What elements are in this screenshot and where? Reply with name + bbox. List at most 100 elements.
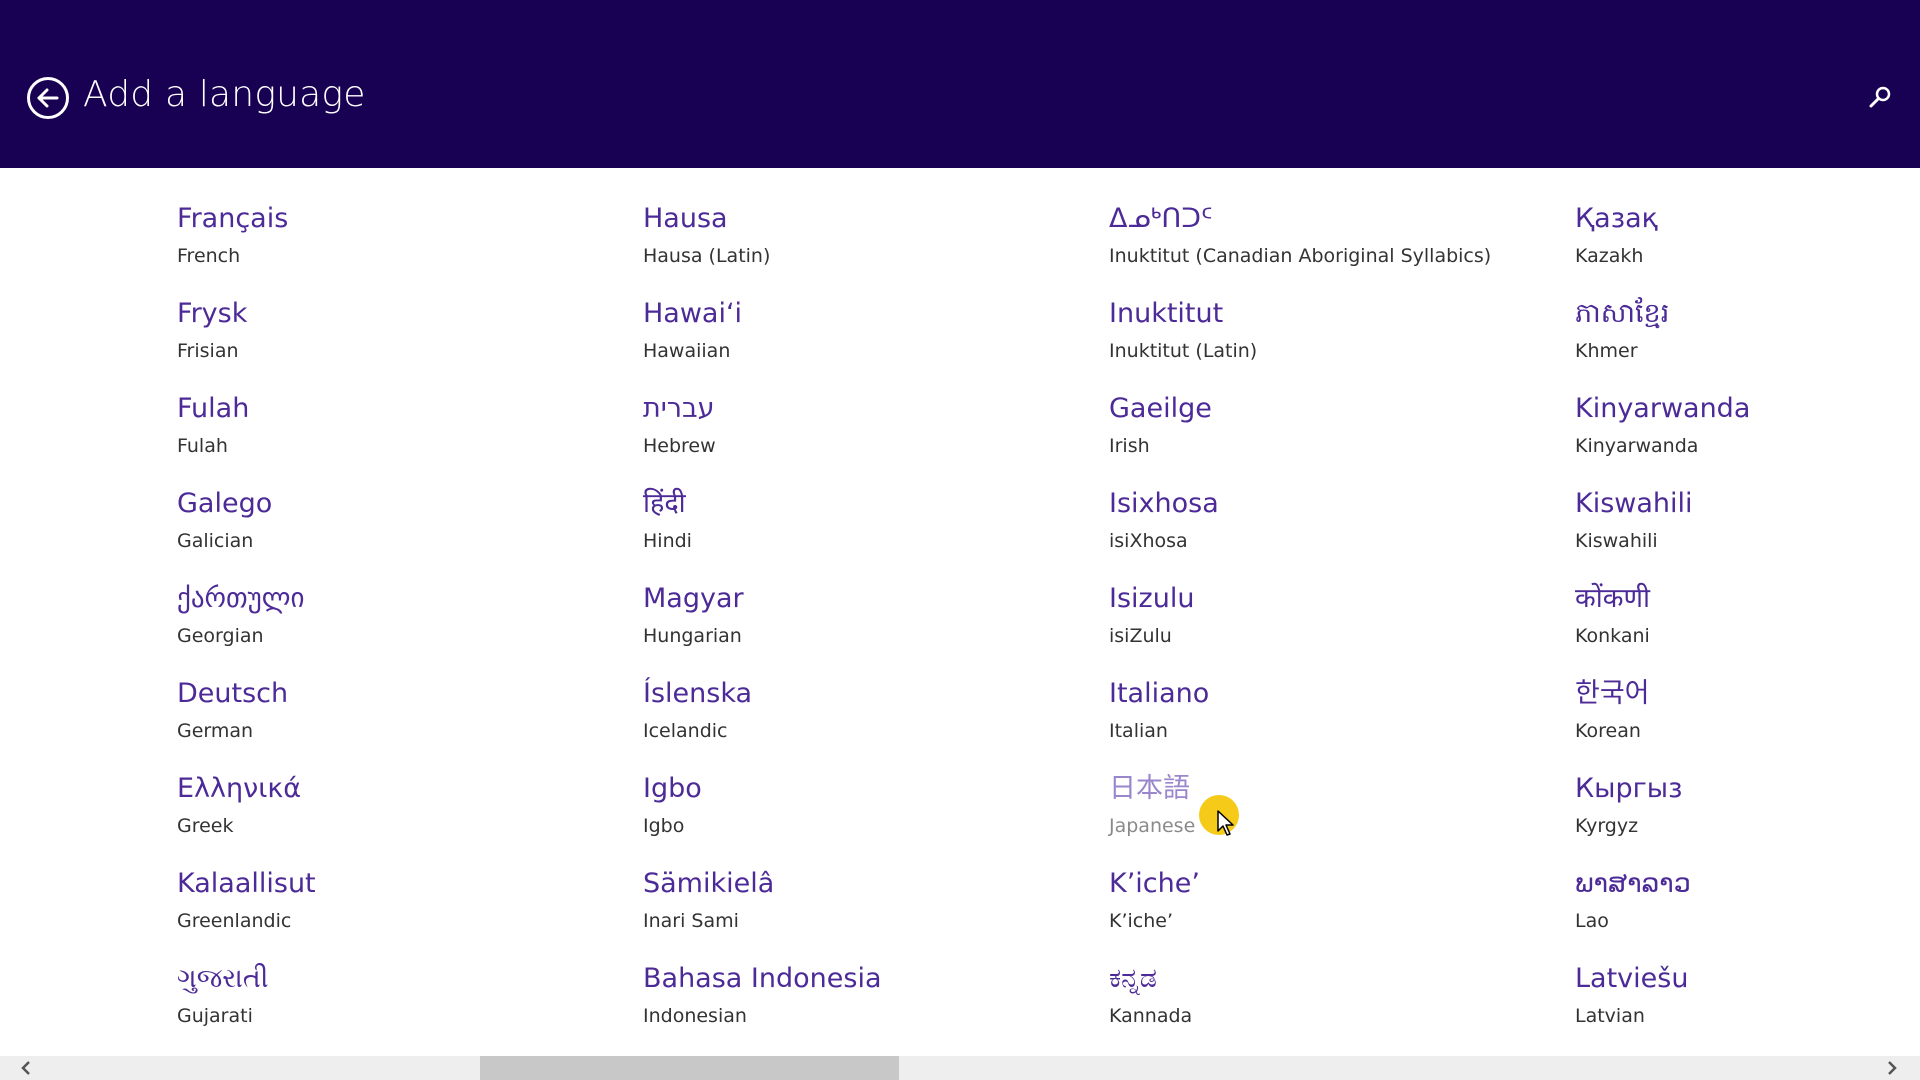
language-item[interactable]: Hausa Hausa (Latin): [643, 196, 1083, 276]
language-item[interactable]: Frysk Frisian: [177, 291, 617, 371]
language-item[interactable]: Sämikielâ Inari Sami: [643, 861, 1083, 941]
language-native-name: Frysk: [177, 298, 248, 329]
language-item[interactable]: Igbo Igbo: [643, 766, 1083, 846]
language-english-name: Fulah: [177, 435, 228, 457]
back-arrow-circle-icon: [37, 88, 59, 108]
language-native-name: Gaeilge: [1109, 393, 1212, 424]
language-item[interactable]: Deutsch German: [177, 671, 617, 751]
language-native-name: Igbo: [643, 773, 702, 804]
language-item[interactable]: 日本語 Japanese: [1109, 766, 1549, 846]
language-native-name: Ελληνικά: [177, 773, 302, 804]
back-button[interactable]: [27, 77, 69, 119]
language-item[interactable]: Кыргыз Kyrgyz: [1575, 766, 1920, 846]
language-native-name: Deutsch: [177, 678, 289, 709]
language-native-name: Fulah: [177, 393, 250, 424]
language-english-name: Igbo: [643, 815, 685, 837]
language-english-name: German: [177, 720, 254, 742]
language-item[interactable]: Gaeilge Irish: [1109, 386, 1549, 466]
language-english-name: Kinyarwanda: [1575, 435, 1699, 457]
language-english-name: Gujarati: [177, 1005, 253, 1027]
language-item[interactable]: Isizulu isiZulu: [1109, 576, 1549, 656]
language-native-name: Latviešu: [1575, 963, 1689, 994]
language-native-name: ქართული: [177, 583, 305, 614]
language-english-name: Kyrgyz: [1575, 815, 1639, 837]
language-english-name: Latvian: [1575, 1005, 1645, 1027]
language-native-name: Sämikielâ: [643, 868, 775, 899]
language-item[interactable]: Magyar Hungarian: [643, 576, 1083, 656]
language-native-name: ພາສາລາວ: [1575, 868, 1691, 899]
language-item[interactable]: Fulah Fulah: [177, 386, 617, 466]
language-item[interactable]: Galego Galician: [177, 481, 617, 561]
language-native-name: Қазақ: [1575, 203, 1658, 234]
language-native-name: K’iche’: [1109, 868, 1200, 899]
language-native-name: עברית: [643, 393, 715, 424]
language-item[interactable]: Íslenska Icelandic: [643, 671, 1083, 751]
language-native-name: Magyar: [643, 583, 744, 614]
language-english-name: Frisian: [177, 340, 239, 362]
language-item[interactable]: ᐃᓄᒃᑎᑐᑦ Inuktitut (Canadian Aboriginal Syl…: [1109, 196, 1549, 276]
language-item[interactable]: K’iche’ K’iche’: [1109, 861, 1549, 941]
language-item[interactable]: Bahasa Indonesia Indonesian: [643, 956, 1083, 1036]
language-native-name: ಕನ್ನಡ: [1109, 963, 1158, 994]
language-item[interactable]: हिंदी Hindi: [643, 481, 1083, 561]
language-native-name: Кыргыз: [1575, 773, 1683, 804]
language-item[interactable]: Kinyarwanda Kinyarwanda: [1575, 386, 1920, 466]
language-item[interactable]: Italiano Italian: [1109, 671, 1549, 751]
language-english-name: Japanese: [1109, 815, 1196, 837]
language-item[interactable]: Kiswahili Kiswahili: [1575, 481, 1920, 561]
language-native-name: ᐃᓄᒃᑎᑐᑦ: [1109, 203, 1213, 234]
language-native-name: Italiano: [1109, 678, 1210, 709]
language-english-name: isiZulu: [1109, 625, 1172, 647]
language-item[interactable]: Hawaiʻi Hawaiian: [643, 291, 1083, 371]
search-icon: [1869, 86, 1891, 108]
language-native-name: 日本語: [1109, 773, 1190, 804]
language-english-name: Korean: [1575, 720, 1641, 742]
language-item[interactable]: Français French: [177, 196, 617, 276]
language-english-name: Inari Sami: [643, 910, 739, 932]
language-item[interactable]: Kalaallisut Greenlandic: [177, 861, 617, 941]
language-item[interactable]: Inuktitut Inuktitut (Latin): [1109, 291, 1549, 371]
language-english-name: Italian: [1109, 720, 1168, 742]
language-native-name: Hawaiʻi: [643, 298, 743, 329]
scrollbar-thumb[interactable]: [480, 1056, 899, 1080]
language-item[interactable]: कोंकणी Konkani: [1575, 576, 1920, 656]
chevron-left-icon[interactable]: [18, 1060, 34, 1076]
language-item[interactable]: Latviešu Latvian: [1575, 956, 1920, 1036]
language-item[interactable]: 한국어 Korean: [1575, 671, 1920, 751]
language-item[interactable]: Ελληνικά Greek: [177, 766, 617, 846]
chevron-right-icon[interactable]: [1884, 1060, 1900, 1076]
language-english-name: Galician: [177, 530, 254, 552]
language-native-name: Kinyarwanda: [1575, 393, 1751, 424]
mouse-pointer-icon: [1217, 810, 1234, 836]
language-item[interactable]: ភាសាខ្មែរ Khmer: [1575, 291, 1920, 371]
language-english-name: Hawaiian: [643, 340, 731, 362]
language-item[interactable]: Қазақ Kazakh: [1575, 196, 1920, 276]
language-item[interactable]: ქართული Georgian: [177, 576, 617, 656]
language-native-name: Hausa: [643, 203, 728, 234]
language-native-name: Bahasa Indonesia: [643, 963, 882, 994]
language-item[interactable]: ಕನ್ನಡ Kannada: [1109, 956, 1549, 1036]
language-english-name: Lao: [1575, 910, 1609, 932]
language-native-name: कोंकणी: [1575, 583, 1650, 614]
language-english-name: Konkani: [1575, 625, 1650, 647]
search-button[interactable]: [1866, 84, 1894, 112]
language-native-name: Français: [177, 203, 289, 234]
language-english-name: Khmer: [1575, 340, 1638, 362]
horizontal-scrollbar[interactable]: [0, 1056, 1920, 1080]
language-english-name: Greek: [177, 815, 234, 837]
language-item[interactable]: ગુજરાતી Gujarati: [177, 956, 617, 1036]
language-english-name: Hausa (Latin): [643, 245, 771, 267]
language-english-name: K’iche’: [1109, 910, 1173, 932]
language-english-name: Kazakh: [1575, 245, 1644, 267]
language-item[interactable]: עברית Hebrew: [643, 386, 1083, 466]
language-english-name: Indonesian: [643, 1005, 747, 1027]
language-native-name: Inuktitut: [1109, 298, 1224, 329]
language-native-name: Isixhosa: [1109, 488, 1219, 519]
language-english-name: Hindi: [643, 530, 692, 552]
language-native-name: ភាសាខ្មែរ: [1575, 298, 1670, 329]
language-english-name: French: [177, 245, 241, 267]
language-item[interactable]: ພາສາລາວ Lao: [1575, 861, 1920, 941]
app-header: Add a language: [0, 0, 1920, 168]
language-english-name: Greenlandic: [177, 910, 292, 932]
language-item[interactable]: Isixhosa isiXhosa: [1109, 481, 1549, 561]
